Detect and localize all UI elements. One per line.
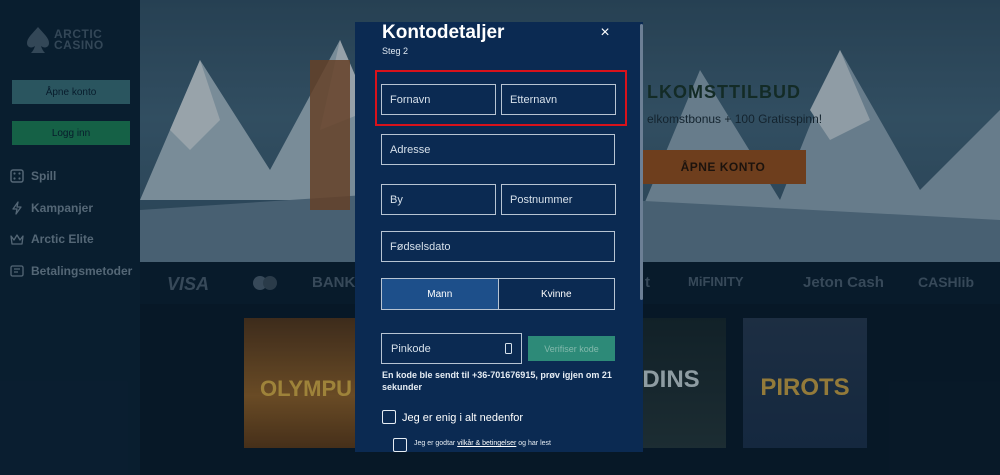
- city-field[interactable]: By: [381, 184, 496, 215]
- code-sent-message: En kode ble sendt til +36-701676915, prø…: [382, 370, 612, 392]
- pin-placeholder: Pinkode: [391, 342, 431, 355]
- terms-checkbox[interactable]: [393, 438, 407, 452]
- terms-label: Jeg er godtar vilkår & betingelser og ha…: [414, 440, 551, 447]
- address-field[interactable]: Adresse: [381, 134, 615, 165]
- gender-selector: Mann Kvinne: [381, 278, 615, 310]
- agree-all-label: Jeg er enig i alt nedenfor: [402, 412, 524, 424]
- phone-icon: [505, 343, 512, 354]
- terms-link[interactable]: vilkår & betingelser: [457, 440, 516, 447]
- last-name-field[interactable]: Etternavn: [501, 84, 616, 115]
- step-indicator: Steg 2: [382, 46, 409, 56]
- account-details-modal: Kontodetaljer Steg 2 × Fornavn Etternavn…: [355, 22, 643, 452]
- pin-code-input[interactable]: Pinkode: [381, 333, 522, 364]
- close-icon[interactable]: ×: [598, 25, 612, 41]
- gender-male-option[interactable]: Mann: [382, 279, 499, 309]
- scrollbar[interactable]: [640, 24, 643, 300]
- date-of-birth-field[interactable]: Fødselsdato: [381, 231, 615, 262]
- postcode-field[interactable]: Postnummer: [501, 184, 616, 215]
- gender-female-option[interactable]: Kvinne: [499, 279, 615, 309]
- modal-title: Kontodetaljer: [382, 22, 505, 43]
- terms-suffix: og har lest: [516, 440, 551, 447]
- terms-prefix: Jeg er godtar: [414, 440, 458, 447]
- agree-all-checkbox[interactable]: [382, 410, 396, 424]
- verify-code-button[interactable]: Verifiser kode: [528, 336, 615, 361]
- first-name-field[interactable]: Fornavn: [381, 84, 496, 115]
